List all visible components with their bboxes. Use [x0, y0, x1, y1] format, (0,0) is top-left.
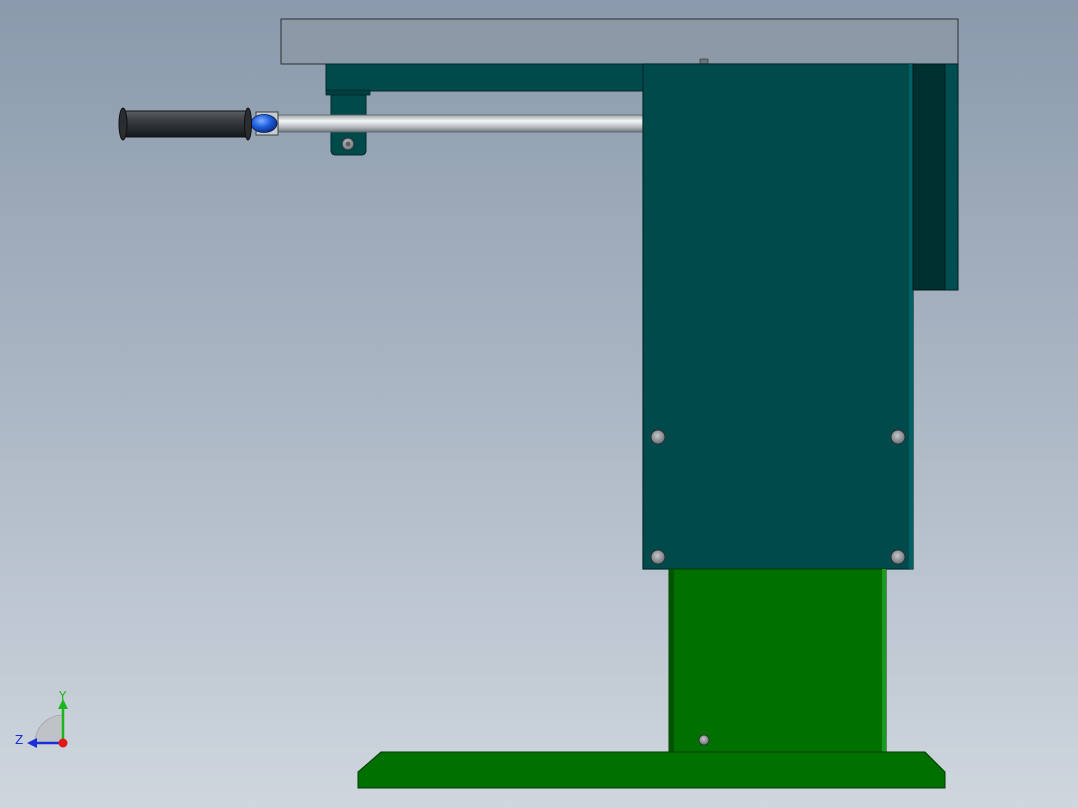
z-axis-label: Z [15, 733, 23, 747]
y-axis-label: Y [58, 689, 67, 703]
bolt-upper-right [890, 429, 906, 445]
support-arm-lip [325, 89, 371, 96]
back-strip-face [944, 63, 959, 291]
bolt-lower-right [890, 549, 906, 565]
handle-rod[interactable] [275, 114, 645, 133]
z-axis-arrow [27, 738, 37, 748]
support-arm[interactable] [325, 63, 645, 92]
pedestal-right-edge [882, 569, 886, 752]
bolt-lower-left [650, 549, 666, 565]
top-plate-tab [699, 58, 709, 65]
pedestal-left-edge [669, 569, 674, 752]
blue-knob[interactable] [250, 114, 278, 133]
grip-end-cap-left [118, 107, 128, 141]
coordinate-triad: Y Z [15, 689, 68, 748]
top-plate[interactable] [280, 18, 959, 65]
triad-plane-arc [34, 714, 64, 744]
main-body[interactable] [642, 63, 914, 570]
grip-end-cap-right [244, 107, 252, 141]
x-axis-dot [58, 738, 68, 748]
bracket-bolt-center [345, 141, 351, 147]
main-body-side [909, 64, 913, 569]
cad-viewport[interactable]: Y Z [0, 0, 1078, 808]
handle-grip[interactable] [123, 110, 251, 138]
bolt-upper-left [650, 429, 666, 445]
pedestal[interactable] [668, 568, 887, 753]
pedestal-bolt [698, 734, 710, 746]
base-plate[interactable] [357, 751, 946, 789]
